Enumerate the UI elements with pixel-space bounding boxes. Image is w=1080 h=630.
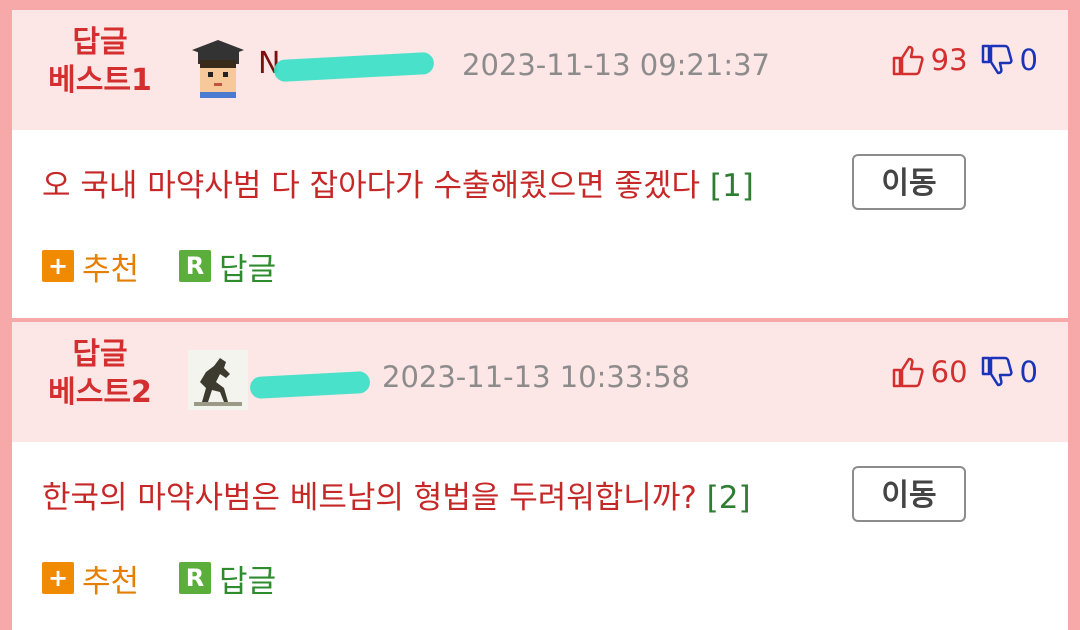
reply-count: [2] xyxy=(706,480,751,516)
plus-badge-icon: + xyxy=(42,250,74,282)
recommend-button[interactable]: + 추천 xyxy=(42,556,139,601)
vote-box: 60 0 xyxy=(891,352,1038,392)
thumbs-down-icon[interactable] xyxy=(980,355,1014,389)
post-body: 한국의 마약사범은 베트남의 형법을 두려워합니까? [2] 이동 + 추천 R… xyxy=(12,442,1068,630)
rank-line-2: 베스트1 xyxy=(48,63,152,98)
rank-line-1: 답글 xyxy=(72,25,128,60)
horse-avatar-icon xyxy=(188,350,248,410)
best-reply-2: 답글 베스트2 2023-11-13 10:33:58 60 0 한국의 마약사… xyxy=(12,322,1068,630)
downvote-count: 0 xyxy=(1019,43,1038,77)
r-badge-icon: R xyxy=(179,250,212,282)
upvote-count: 93 xyxy=(930,43,968,77)
redaction-mark xyxy=(249,370,371,400)
post-timestamp: 2023-11-13 10:33:58 xyxy=(382,360,690,394)
best-reply-1: 답글 베스트1 N 2023-11-13 09:21:37 93 0 오 국내 … xyxy=(12,10,1068,318)
post-body: 오 국내 마약사범 다 잡아다가 수출해줬으면 좋겠다 [1] 이동 + 추천 … xyxy=(12,130,1068,318)
reply-button[interactable]: R 답글 xyxy=(179,244,276,289)
move-button[interactable]: 이동 xyxy=(852,466,966,522)
post-timestamp: 2023-11-13 09:21:37 xyxy=(462,48,770,82)
recommend-button[interactable]: + 추천 xyxy=(42,244,139,289)
thumbs-down-icon[interactable] xyxy=(980,43,1014,77)
avatar[interactable] xyxy=(188,350,248,410)
move-button[interactable]: 이동 xyxy=(852,154,966,210)
reply-title[interactable]: 오 국내 마약사범 다 잡아다가 수출해줬으면 좋겠다 [1] xyxy=(42,160,754,205)
rank-line-1: 답글 xyxy=(72,337,128,372)
post-header: 답글 베스트2 2023-11-13 10:33:58 60 0 xyxy=(12,322,1068,442)
vote-box: 93 0 xyxy=(891,40,1038,80)
reply-button[interactable]: R 답글 xyxy=(179,556,276,601)
student-avatar-icon xyxy=(188,38,248,98)
downvote-count: 0 xyxy=(1019,355,1038,389)
best-rank-label: 답글 베스트1 xyxy=(30,24,170,100)
plus-badge-icon: + xyxy=(42,562,74,594)
post-actions: + 추천 R 답글 xyxy=(42,244,316,289)
post-header: 답글 베스트1 N 2023-11-13 09:21:37 93 0 xyxy=(12,10,1068,130)
thumbs-up-icon[interactable] xyxy=(891,43,925,77)
thumbs-up-icon[interactable] xyxy=(891,355,925,389)
avatar[interactable] xyxy=(188,38,248,98)
post-actions: + 추천 R 답글 xyxy=(42,556,316,601)
rank-line-2: 베스트2 xyxy=(48,375,152,410)
best-replies-list: 답글 베스트1 N 2023-11-13 09:21:37 93 0 오 국내 … xyxy=(12,10,1068,630)
best-rank-label: 답글 베스트2 xyxy=(30,336,170,412)
reply-count: [1] xyxy=(709,168,754,204)
redaction-mark xyxy=(273,51,435,83)
reply-title[interactable]: 한국의 마약사범은 베트남의 형법을 두려워합니까? [2] xyxy=(42,472,751,517)
upvote-count: 60 xyxy=(930,355,968,389)
r-badge-icon: R xyxy=(179,562,212,594)
